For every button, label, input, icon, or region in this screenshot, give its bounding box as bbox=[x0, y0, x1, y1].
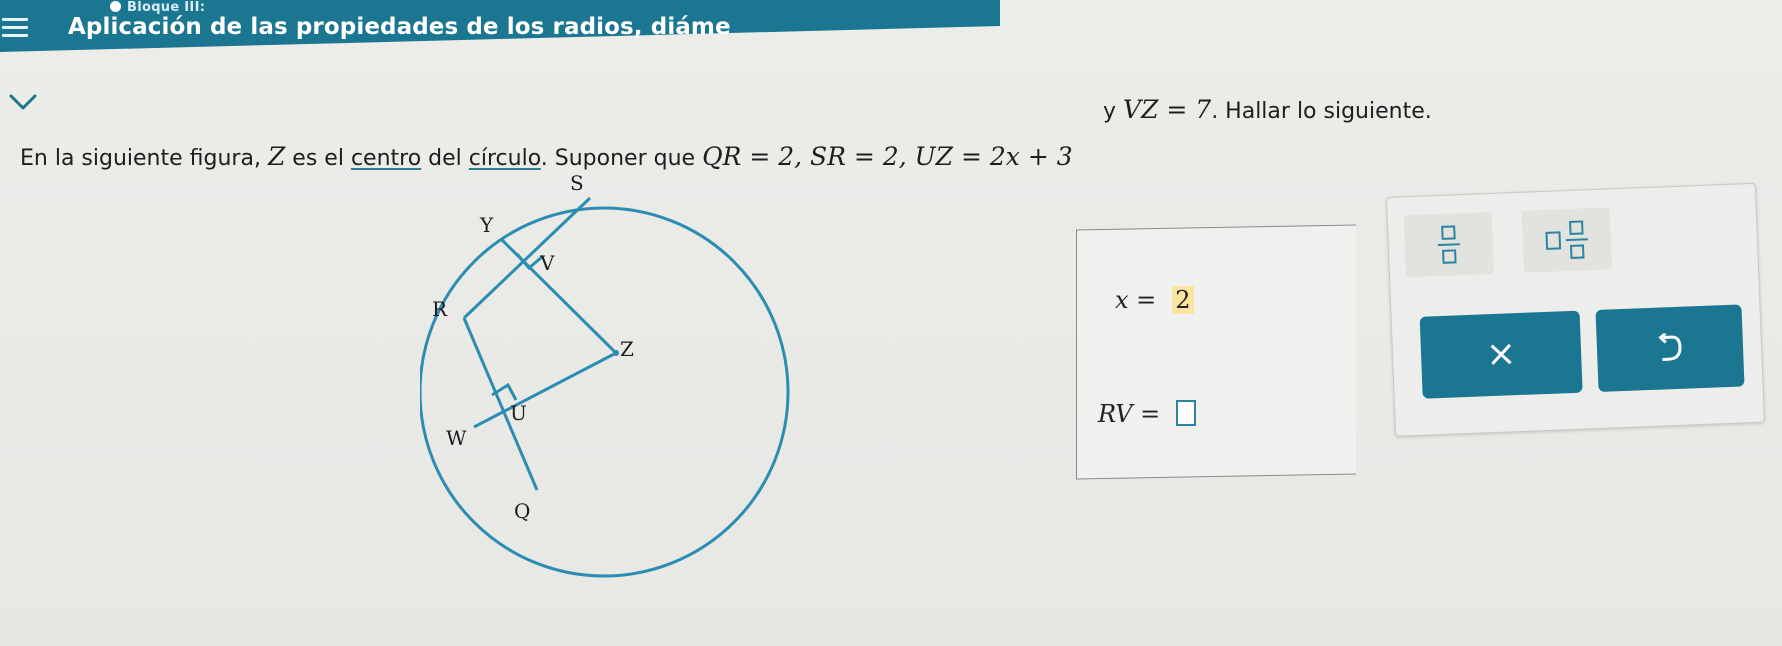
topic-title: Aplicación de las propiedades de los rad… bbox=[68, 14, 731, 40]
label-z: Z bbox=[620, 337, 634, 361]
answer-row-rv: RV = bbox=[1098, 400, 1197, 428]
label-v: V bbox=[539, 251, 555, 275]
rv-answer-input[interactable] bbox=[1176, 400, 1197, 426]
right-angle-u bbox=[491, 382, 518, 401]
label-r: R bbox=[432, 297, 448, 321]
label-q: Q bbox=[514, 499, 530, 523]
chevron-down-icon[interactable] bbox=[8, 92, 38, 112]
label-w: W bbox=[446, 426, 467, 450]
glossary-link-centro[interactable]: centro bbox=[351, 146, 421, 171]
statement-text: es el bbox=[285, 146, 351, 171]
fraction-button[interactable] bbox=[1403, 211, 1495, 278]
statement-line-1: En la siguiente figura, Z es el centro d… bbox=[20, 144, 1073, 170]
x-answer-input[interactable]: 2 bbox=[1172, 286, 1194, 314]
clear-button[interactable]: × bbox=[1419, 310, 1583, 399]
label-u: U bbox=[510, 401, 527, 425]
statement-text: . Suponer que bbox=[540, 146, 703, 171]
given-values: QR = 2, SR = 2, UZ = 2x + 3 bbox=[702, 142, 1073, 171]
statement-intro: En la siguiente figura, bbox=[20, 146, 268, 171]
block-dot-icon bbox=[110, 1, 121, 12]
center-point-z bbox=[613, 350, 619, 356]
block-label: Bloque III: bbox=[110, 0, 205, 15]
answer-row-x: x = 2 bbox=[1115, 286, 1194, 314]
circle-figure: S Y V R Z U W Q bbox=[420, 171, 790, 578]
mixed-number-button[interactable] bbox=[1521, 207, 1612, 273]
statement-text: y bbox=[1103, 99, 1124, 124]
block-label-text: Bloque III: bbox=[127, 0, 206, 15]
label-y: Y bbox=[479, 213, 494, 237]
menu-icon[interactable] bbox=[2, 18, 28, 40]
answer-panel bbox=[1076, 224, 1356, 480]
given-value-vz: VZ = 7 bbox=[1123, 95, 1212, 124]
statement-text: del bbox=[421, 146, 469, 171]
circle bbox=[420, 206, 790, 578]
statement-line-2: y VZ = 7. Hallar lo siguiente. bbox=[1103, 97, 1432, 123]
x-label: x = bbox=[1115, 286, 1157, 314]
page: Bloque III: Aplicación de las propiedade… bbox=[0, 0, 1782, 646]
mixed-number-icon bbox=[1545, 220, 1588, 260]
fraction-icon bbox=[1437, 225, 1460, 264]
math-tool-palette: × bbox=[1386, 182, 1765, 437]
undo-icon bbox=[1658, 332, 1682, 362]
undo-button[interactable] bbox=[1595, 304, 1745, 392]
center-variable: Z bbox=[267, 142, 286, 171]
close-icon: × bbox=[1485, 333, 1517, 376]
rv-label: RV = bbox=[1098, 400, 1161, 428]
glossary-link-circulo[interactable]: círculo bbox=[469, 146, 541, 171]
statement-outro: . Hallar lo siguiente. bbox=[1211, 99, 1432, 124]
label-s: S bbox=[570, 171, 584, 195]
